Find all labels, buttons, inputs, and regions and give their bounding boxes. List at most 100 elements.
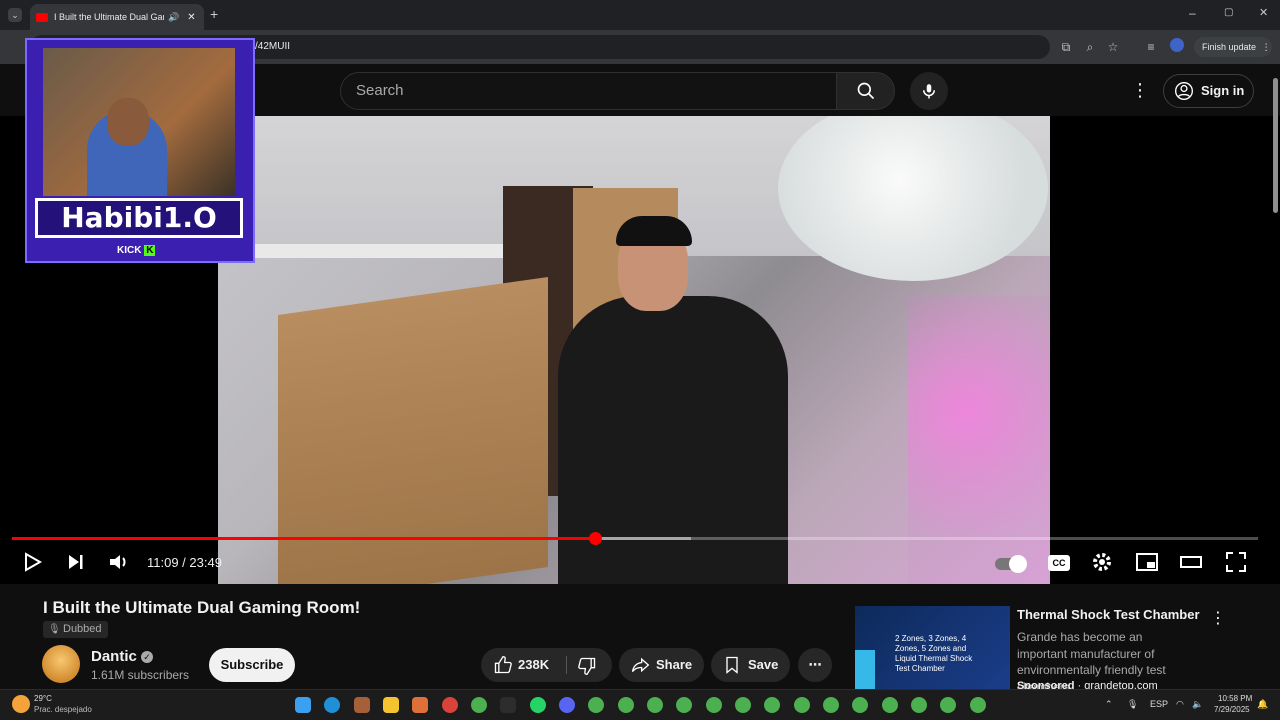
like-dislike-group: 238K — [481, 648, 612, 682]
person-cap — [616, 216, 692, 246]
volume-button[interactable] — [107, 550, 133, 576]
page-scrollbar[interactable] — [1271, 66, 1279, 686]
chrome-profile-icon-6[interactable] — [735, 697, 751, 713]
chrome-profile-icon-8[interactable] — [794, 697, 810, 713]
ad-title[interactable]: Thermal Shock Test Chamber — [1017, 607, 1200, 622]
settings-menu-icon[interactable]: ⋮ — [1131, 80, 1149, 101]
kick-logo: KICK K — [117, 245, 156, 256]
subscribe-button[interactable]: Subscribe — [209, 648, 295, 682]
tab-list-chevron-icon[interactable]: ⌄ — [8, 8, 22, 22]
gear-icon — [1093, 553, 1111, 571]
windows-taskbar: 29°C Prac. despejado ⌃ 🎙 ESP ◠ 🔈 10:58 P… — [0, 689, 1280, 720]
whatsapp-icon[interactable] — [530, 697, 546, 713]
discord-icon[interactable] — [559, 697, 575, 713]
fullscreen-button[interactable] — [1224, 550, 1250, 576]
new-tab-icon[interactable]: + — [210, 6, 218, 22]
chrome-profile-icon-1[interactable] — [588, 697, 604, 713]
app-icon-3[interactable] — [442, 697, 458, 713]
app-icon-1[interactable] — [354, 697, 370, 713]
weather-icon[interactable] — [12, 695, 30, 713]
settings-button[interactable] — [1090, 550, 1116, 576]
progress-bar[interactable] — [12, 532, 1258, 545]
bookmark-star-icon[interactable]: ☆ — [1104, 38, 1122, 56]
tray-chevron-icon[interactable]: ⌃ — [1105, 699, 1113, 710]
language-indicator[interactable]: ESP — [1150, 699, 1168, 709]
dubbed-badge: 🎙 Dubbed — [43, 621, 108, 638]
ad-menu-icon[interactable]: ⋮ — [1210, 608, 1226, 628]
time-display: 11:09 / 23:49 — [147, 555, 222, 570]
finish-update-button[interactable]: Finish update ⋮ — [1194, 37, 1272, 57]
chrome-profile-icon-5[interactable] — [706, 697, 722, 713]
chrome-profile-icon-10[interactable] — [852, 697, 868, 713]
minimize-icon[interactable]: – — [1189, 6, 1196, 20]
skip-next-icon — [69, 555, 83, 569]
search-input[interactable]: Search — [340, 72, 837, 110]
chrome-icon[interactable] — [471, 697, 487, 713]
next-button[interactable] — [64, 550, 90, 576]
tab-close-icon[interactable]: ✕ — [187, 12, 195, 23]
app-icon-2[interactable] — [412, 697, 428, 713]
edge-icon[interactable] — [324, 697, 340, 713]
channel-name[interactable]: Dantic ✓ — [91, 648, 154, 665]
youtube-favicon-icon — [36, 12, 48, 22]
dislike-button[interactable] — [567, 648, 612, 682]
video-frame[interactable] — [218, 116, 1050, 584]
file-explorer-icon[interactable] — [383, 697, 399, 713]
channel-avatar[interactable] — [42, 645, 80, 683]
autoplay-toggle[interactable] — [995, 550, 1027, 576]
scrollbar-thumb[interactable] — [1273, 78, 1278, 213]
speaker-icon[interactable]: 🔈 — [1192, 699, 1203, 710]
windows-start-icon[interactable] — [295, 697, 311, 713]
chrome-profile-icon-3[interactable] — [647, 697, 663, 713]
chrome-profile-icon-12[interactable] — [911, 697, 927, 713]
wifi-icon[interactable]: ◠ — [1176, 699, 1184, 710]
tab-audio-icon[interactable]: 🔊 — [168, 12, 179, 23]
voice-search-button[interactable] — [910, 72, 948, 110]
clock-time[interactable]: 10:58 PM — [1218, 694, 1252, 703]
more-horizontal-icon: ⋯ — [808, 657, 822, 672]
webcam-face — [107, 98, 149, 146]
profile-icon[interactable] — [1168, 38, 1186, 56]
finish-update-label: Finish update — [1202, 42, 1257, 52]
search-button[interactable] — [836, 72, 895, 110]
video-player[interactable]: Habibi1.O KICK K 11:09 / 23:49 CC — [0, 38, 1280, 584]
maximize-icon[interactable]: ▢ — [1224, 7, 1233, 18]
more-actions-button[interactable]: ⋯ — [798, 648, 832, 682]
chrome-profile-icon-7[interactable] — [764, 697, 780, 713]
play-button[interactable] — [20, 550, 46, 576]
like-count: 238K — [518, 657, 550, 672]
streamer-name: Habibi1.O — [35, 198, 243, 238]
window-close-icon[interactable]: ✕ — [1259, 6, 1268, 19]
miniplayer-button[interactable] — [1135, 550, 1161, 576]
chrome-profile-icon-9[interactable] — [823, 697, 839, 713]
share-icon — [631, 657, 650, 673]
ad-thumbnail[interactable]: 2 Zones, 3 Zones, 4 Zones, 5 Zones and L… — [855, 606, 1010, 690]
url-text: /42MUII — [255, 41, 291, 52]
chrome-profile-icon-11[interactable] — [882, 697, 898, 713]
browser-tab-active[interactable]: I Built the Ultimate Dual Gami 🔊 ✕ — [30, 4, 204, 30]
notification-bell-icon[interactable]: 🔔 — [1257, 699, 1268, 710]
theater-mode-button[interactable] — [1179, 550, 1205, 576]
volume-icon — [110, 555, 126, 569]
chrome-profile-icon-13[interactable] — [940, 697, 956, 713]
clock-date[interactable]: 7/29/2025 — [1214, 705, 1250, 714]
cast-icon[interactable]: ⧉ — [1057, 38, 1075, 56]
chrome-profile-icon-4[interactable] — [676, 697, 692, 713]
tray-mic-icon[interactable]: 🎙 — [1127, 699, 1138, 710]
sign-in-button[interactable]: Sign in — [1163, 74, 1254, 108]
like-button[interactable]: 238K — [481, 648, 566, 682]
captions-button[interactable]: CC — [1046, 550, 1072, 576]
dubbed-label: Dubbed — [63, 623, 102, 635]
save-button[interactable]: Save — [711, 648, 790, 682]
app-icon-4[interactable] — [500, 697, 516, 713]
weather-temp: 29°C — [34, 694, 52, 703]
browser-tabstrip: ⌄ I Built the Ultimate Dual Gami 🔊 ✕ + –… — [0, 0, 1280, 30]
bookmark-icon — [726, 656, 738, 674]
tab-search-icon[interactable]: ≡ — [1142, 38, 1160, 56]
chrome-profile-icon-14[interactable] — [970, 697, 986, 713]
share-button[interactable]: Share — [619, 648, 704, 682]
zoom-icon[interactable]: ⌕ — [1081, 38, 1099, 56]
microphone-icon — [923, 84, 935, 99]
ad-thumbnail-text: 2 Zones, 3 Zones, 4 Zones, 5 Zones and L… — [895, 634, 973, 673]
chrome-profile-icon-2[interactable] — [618, 697, 634, 713]
